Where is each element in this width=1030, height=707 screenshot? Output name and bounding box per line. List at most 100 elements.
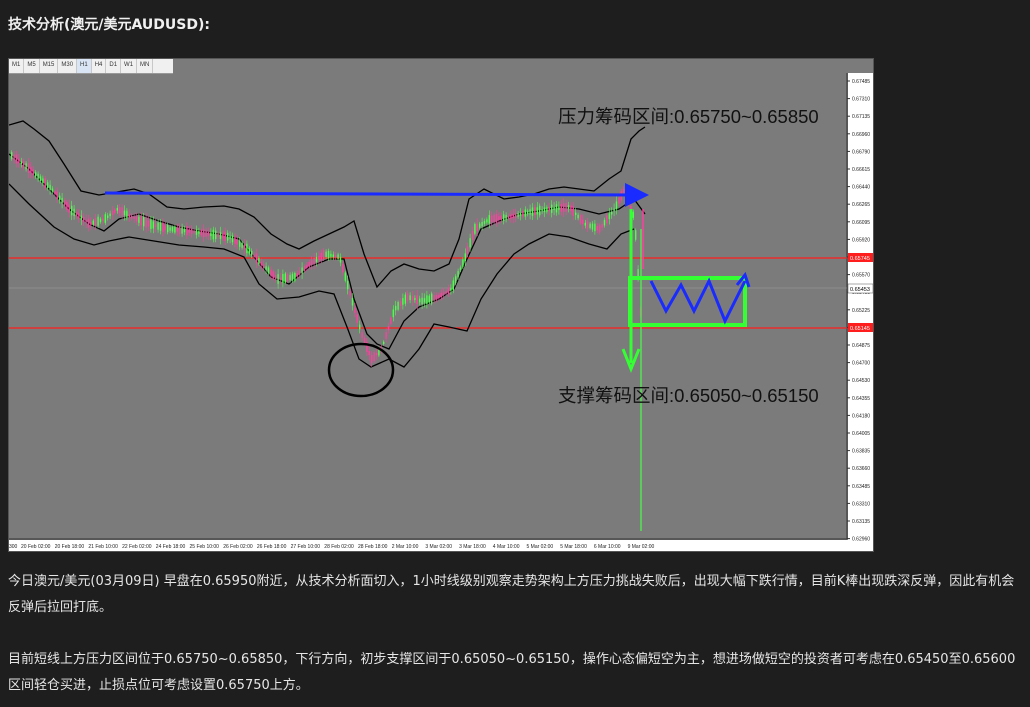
candle-body (519, 212, 522, 216)
candle-body (570, 205, 572, 212)
candle-body (311, 260, 313, 265)
candle-body (375, 353, 378, 356)
time-tick-label: 20 Feb 02:00 (21, 544, 51, 550)
candle-body (143, 217, 145, 227)
candle-body (241, 242, 243, 248)
candle-body (337, 254, 339, 259)
candle-body (404, 294, 406, 304)
candle-body (255, 253, 258, 264)
candle-body (116, 207, 118, 211)
current-price-marker: 0.65453 (847, 283, 873, 294)
blue-zigzag-arrow (649, 277, 747, 325)
candle-body (59, 195, 61, 201)
candle-body (131, 215, 133, 219)
candle-body (145, 217, 147, 228)
candle-body (371, 355, 373, 363)
candle-body (603, 219, 606, 226)
black-circle (327, 342, 395, 398)
candle-body (258, 257, 260, 265)
candle-body (147, 220, 150, 227)
candle-body (411, 296, 414, 301)
candles (11, 150, 644, 531)
price-tick-label: 0.65570 (852, 273, 870, 279)
candle-body (318, 255, 320, 260)
price-chart[interactable]: M1 M5 M15 M30 H1 H4 D1 W1 MN 0.67485 0.67… (8, 58, 874, 552)
candle-body (102, 218, 104, 221)
candle-body (541, 209, 543, 212)
svg-text:0.65453: 0.65453 (850, 287, 870, 293)
candle-body (486, 219, 488, 223)
candle-body (632, 211, 634, 218)
candle-body (61, 197, 63, 204)
candle-body (548, 206, 550, 212)
candle-body (222, 233, 224, 239)
candle-body (517, 213, 519, 217)
candle-body (529, 209, 531, 215)
candle-body (30, 167, 32, 173)
candle-body (203, 229, 205, 238)
candle-body (428, 295, 430, 303)
support-zone-label: 支撑筹码区间:0.65050~0.65150 (558, 385, 819, 406)
candle-body (78, 213, 80, 219)
candle-body (553, 207, 555, 211)
time-tick-label: 4 Mar 10:00 (493, 544, 520, 550)
candle-body (284, 273, 286, 283)
candle-body (558, 206, 560, 210)
candle-body (613, 208, 615, 212)
candle-body (344, 272, 346, 281)
candle-body (205, 230, 207, 237)
time-tick-label: 28 Feb 02:00 (324, 544, 354, 550)
candle-body (90, 222, 92, 226)
candle-body (287, 274, 289, 282)
candle-body (615, 201, 618, 210)
candle-body (23, 160, 25, 169)
candle-body (387, 326, 390, 331)
candle-body (402, 298, 404, 305)
candle-body (539, 205, 541, 216)
price-tick-label: 0.63135 (852, 519, 870, 525)
candle-body (361, 332, 363, 338)
candle-body (97, 216, 99, 226)
price-tick-label: 0.66440 (852, 185, 870, 191)
candle-body (198, 230, 200, 234)
time-tick-label: 28 Feb 18:00 (358, 544, 388, 550)
candle-body (20, 161, 22, 165)
candle-body (219, 232, 222, 239)
candle-body (359, 324, 361, 330)
candle-body (579, 215, 582, 224)
candle-body (73, 208, 75, 216)
candle-body (445, 290, 447, 294)
candle-body (291, 273, 294, 281)
candle-body (296, 273, 298, 277)
time-tick-label: 26 Feb 02:00 (223, 544, 253, 550)
candle-body (301, 267, 303, 274)
candle-body (164, 225, 166, 231)
price-tick-label: 0.64530 (852, 378, 870, 384)
candle-body (162, 222, 164, 232)
candle-body (308, 262, 310, 267)
candle-body (409, 295, 411, 301)
candle-body (438, 294, 440, 298)
time-tick-label: 21 Feb 10:00 (88, 544, 118, 550)
candle-body (260, 261, 262, 266)
candle-body (111, 210, 114, 216)
candle-body (495, 214, 498, 223)
candle-body (66, 201, 68, 210)
price-tick-label: 0.63835 (852, 449, 870, 455)
candle-body (56, 191, 58, 200)
time-tick-label: 3 Mar 18:00 (459, 544, 486, 550)
candle-body (47, 182, 49, 189)
candle-body (385, 332, 387, 339)
price-tick-label: 0.66960 (852, 132, 870, 138)
bollinger-bands (9, 120, 646, 368)
candle-body (565, 203, 567, 212)
candle-body (239, 240, 241, 247)
candle-body (279, 277, 282, 280)
candle-body (390, 317, 392, 324)
candle-body (303, 266, 306, 271)
candle-body (594, 223, 596, 232)
candle-body (330, 253, 332, 257)
candle-body (342, 264, 344, 273)
candle-body (515, 212, 517, 219)
price-tick-label: 0.64005 (852, 431, 870, 437)
